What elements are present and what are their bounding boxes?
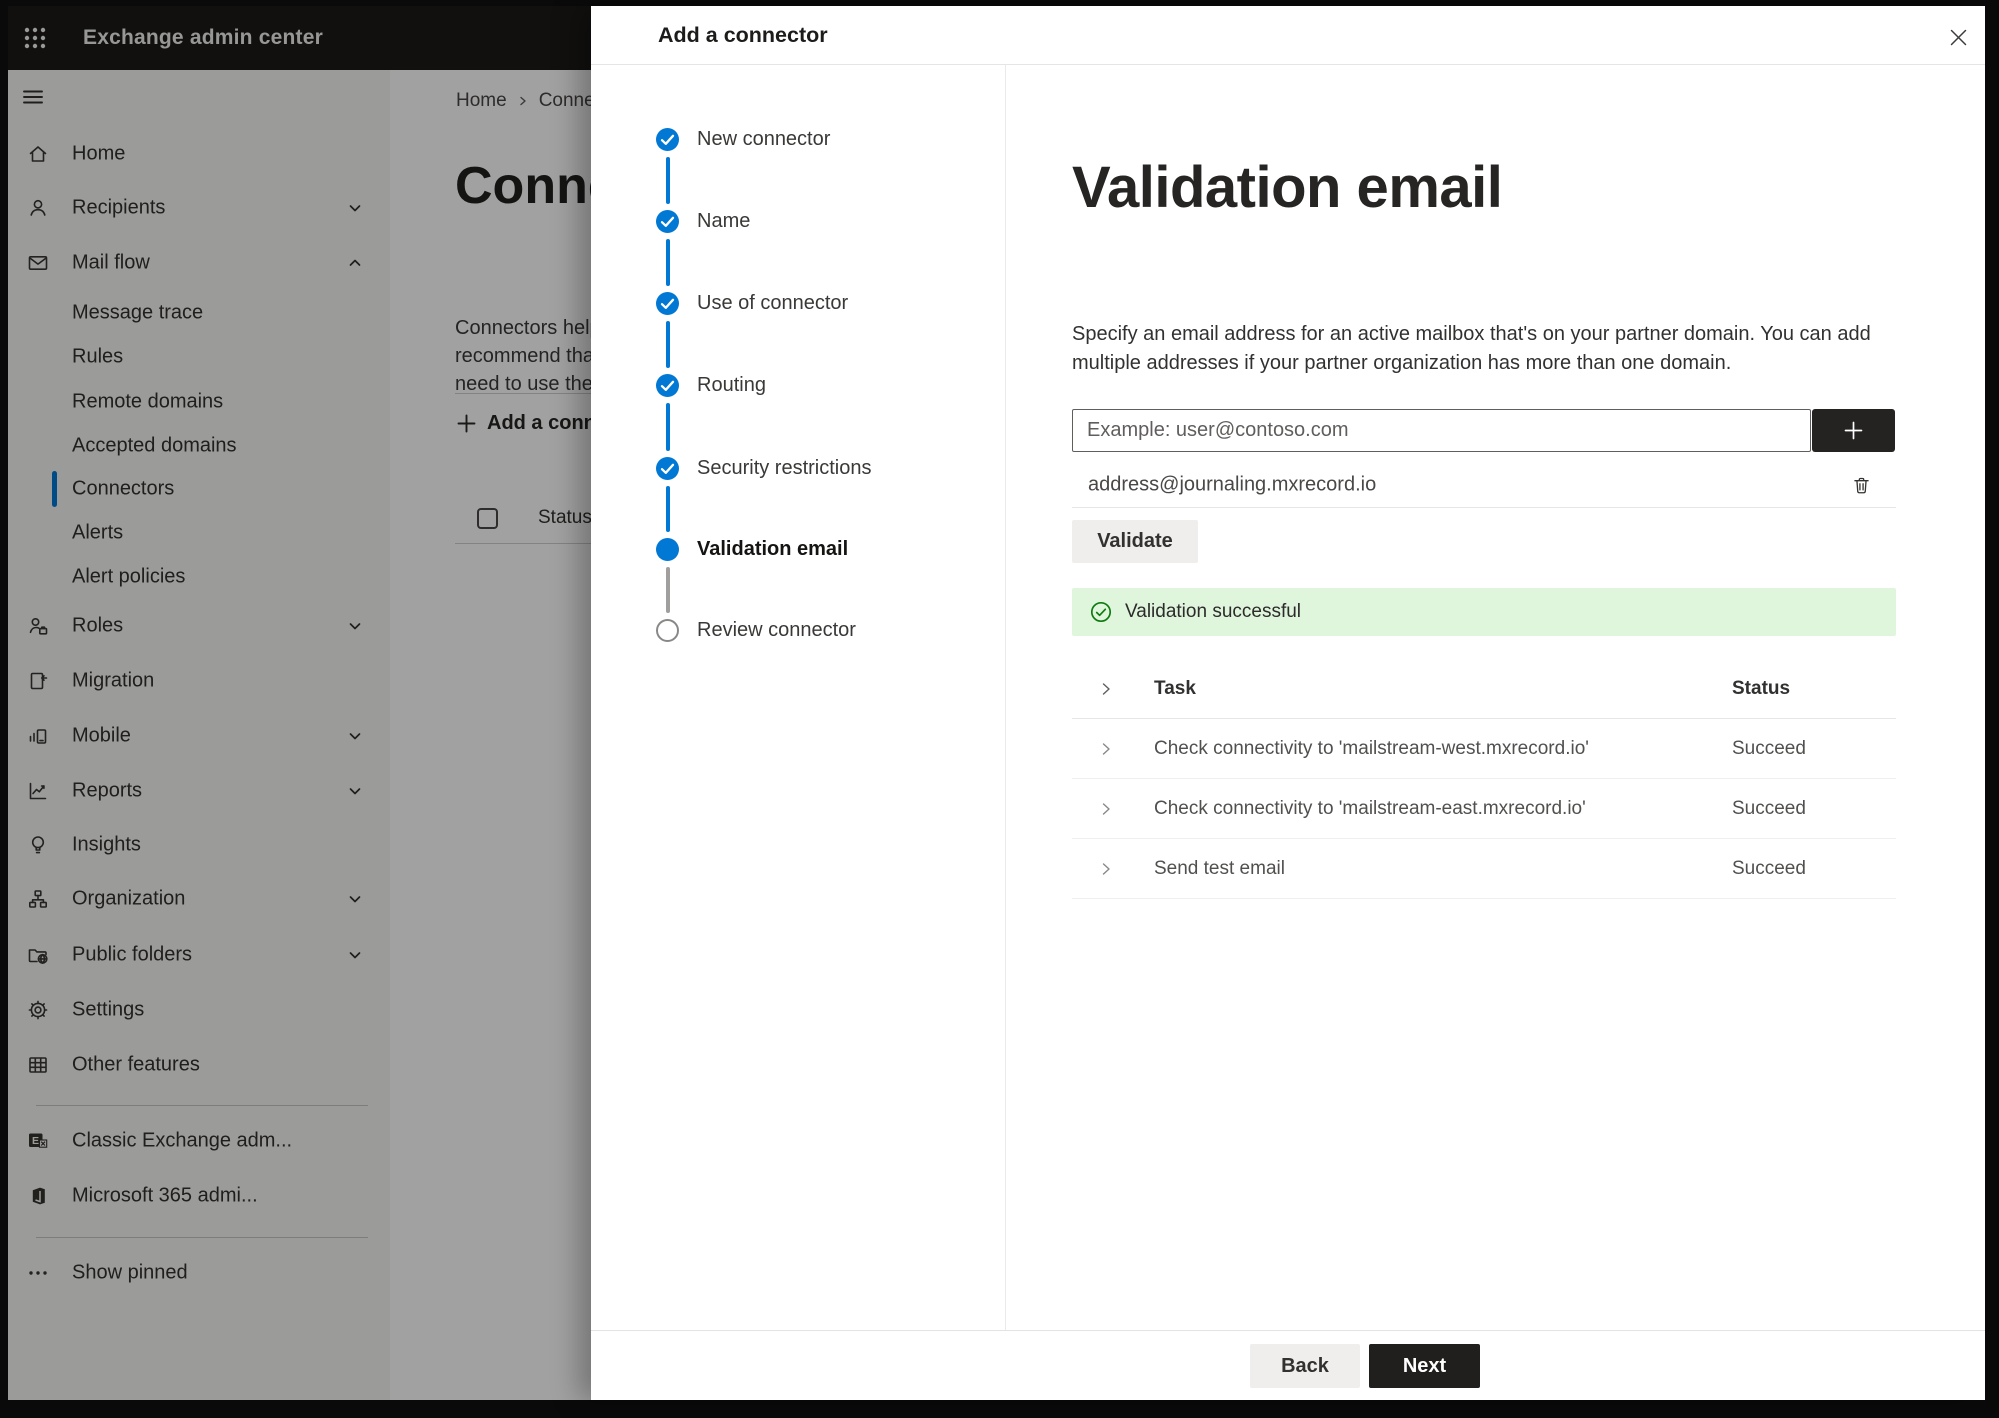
step-label: Review connector xyxy=(697,618,856,641)
next-button[interactable]: Next xyxy=(1369,1344,1480,1388)
table-row: Check connectivity to 'mailstream-west.m… xyxy=(1072,719,1896,779)
step-connector-line xyxy=(665,485,670,532)
step-label: Validation email xyxy=(697,537,849,560)
validation-success-banner: Validation successful xyxy=(1072,588,1896,636)
plus-icon xyxy=(1842,419,1865,442)
back-button[interactable]: Back xyxy=(1250,1344,1360,1388)
header-divider xyxy=(591,64,1985,65)
close-icon[interactable] xyxy=(1935,14,1981,60)
step-review-connector[interactable]: Review connector xyxy=(697,603,856,657)
table-header-row: Task Status xyxy=(1072,660,1896,719)
step-security-restrictions[interactable]: Security restrictions xyxy=(697,441,872,495)
step-circle-done xyxy=(656,456,679,480)
task-column-header: Task xyxy=(1154,678,1196,699)
delete-address-icon[interactable] xyxy=(1844,468,1878,502)
step-use-of-connector[interactable]: Use of connector xyxy=(697,276,848,330)
step-routing[interactable]: Routing xyxy=(697,358,766,412)
validate-button[interactable]: Validate xyxy=(1072,520,1198,563)
step-circle-done xyxy=(656,291,679,315)
add-address-button[interactable] xyxy=(1812,409,1895,452)
table-row: Send test email Succeed xyxy=(1072,839,1896,899)
step-circle-current xyxy=(656,537,679,561)
step-label: Use of connector xyxy=(697,291,849,314)
table-row: Check connectivity to 'mailstream-east.m… xyxy=(1072,779,1896,839)
dialog-title: Add a connector xyxy=(658,22,828,47)
added-address: address@journaling.mxrecord.io xyxy=(1088,473,1377,495)
step-label: Routing xyxy=(697,373,766,396)
step-label: Security restrictions xyxy=(697,456,872,479)
step-connector-line xyxy=(665,402,670,451)
description-text: Specify an email address for an active m… xyxy=(1072,323,1871,374)
task-cell: Check connectivity to 'mailstream-west.m… xyxy=(1154,737,1589,759)
page-title: Validation email xyxy=(1072,155,1503,220)
step-circle-done xyxy=(656,127,679,151)
validation-tasks-table: Task Status Check connectivity to 'mails… xyxy=(1072,660,1896,899)
step-circle-done xyxy=(656,373,679,397)
step-validation-email[interactable]: Validation email xyxy=(697,522,848,576)
status-cell: Succeed xyxy=(1732,797,1806,819)
email-address-input[interactable] xyxy=(1072,409,1811,452)
step-label: New connector xyxy=(697,127,831,150)
task-cell: Check connectivity to 'mailstream-east.m… xyxy=(1154,797,1586,819)
status-column-header: Status xyxy=(1732,678,1791,699)
chevron-right-icon[interactable] xyxy=(1098,681,1114,697)
step-circle-done xyxy=(656,209,679,233)
step-name[interactable]: Name xyxy=(697,194,750,248)
step-label: Name xyxy=(697,209,751,232)
chevron-right-icon[interactable] xyxy=(1098,861,1114,877)
step-circle-todo xyxy=(656,618,679,642)
add-connector-dialog: Add a connector New connector Name Use o… xyxy=(591,6,1985,1400)
chevron-right-icon[interactable] xyxy=(1098,801,1114,817)
step-connector-line xyxy=(665,238,670,286)
steps-content-divider xyxy=(1005,65,1006,1330)
screen: Exchange admin center Home Recipients Ma… xyxy=(0,0,1999,1418)
status-cell: Succeed xyxy=(1732,857,1806,879)
step-new-connector[interactable]: New connector xyxy=(697,112,830,166)
status-cell: Succeed xyxy=(1732,737,1806,759)
chevron-right-icon[interactable] xyxy=(1098,741,1114,757)
added-address-row: address@journaling.mxrecord.io xyxy=(1072,462,1896,508)
success-message: Validation successful xyxy=(1125,601,1302,622)
success-check-icon xyxy=(1090,601,1112,623)
step-connector-line xyxy=(665,156,670,204)
footer-divider xyxy=(591,1330,1985,1331)
step-connector-line xyxy=(665,567,670,613)
step-connector-line xyxy=(665,320,670,368)
task-cell: Send test email xyxy=(1154,857,1285,879)
